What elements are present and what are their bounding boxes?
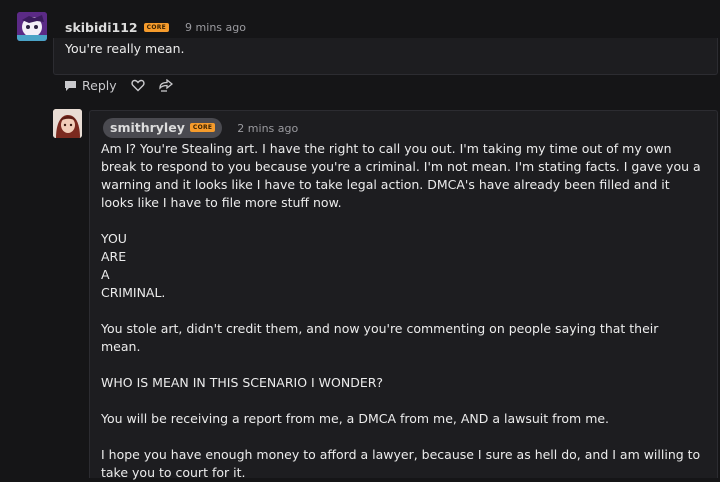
core-badge: CORE bbox=[189, 123, 216, 132]
comment-text: You're really mean. bbox=[65, 41, 185, 56]
reply-icon bbox=[65, 80, 76, 91]
reply-label: Reply bbox=[82, 78, 117, 93]
share-icon bbox=[158, 79, 173, 92]
username-pill[interactable]: smithryley CORE bbox=[103, 118, 223, 138]
comment-header: smithryley CORE 2 mins ago bbox=[103, 118, 298, 138]
username: smithryley bbox=[110, 120, 185, 135]
comment-actions: Reply bbox=[64, 78, 173, 93]
heart-icon bbox=[131, 79, 145, 92]
paragraph: A bbox=[101, 267, 110, 282]
paragraph: WHO IS MEAN IN THIS SCENARIO I WONDER? bbox=[101, 375, 384, 390]
reply-button[interactable]: Reply bbox=[64, 78, 117, 93]
username[interactable]: skibidi112 bbox=[65, 20, 138, 35]
timestamp: 9 mins ago bbox=[185, 21, 246, 34]
timestamp: 2 mins ago bbox=[237, 121, 299, 135]
comment-header: skibidi112 CORE 9 mins ago bbox=[65, 20, 246, 35]
like-button[interactable] bbox=[131, 79, 145, 92]
paragraph: CRIMINAL. bbox=[101, 285, 166, 300]
paragraph: You stole art, didn't credit them, and n… bbox=[101, 321, 659, 354]
comment-body: smithryley CORE 2 mins ago Am I? You're … bbox=[89, 110, 718, 480]
paragraph: ARE bbox=[101, 249, 127, 264]
comment-body: You're really mean. bbox=[53, 38, 718, 75]
paragraph: You will be receiving a report from me, … bbox=[101, 411, 610, 426]
avatar[interactable] bbox=[53, 109, 82, 138]
paragraph: Am I? You're Stealing art. I have the ri… bbox=[101, 141, 701, 210]
avatar[interactable] bbox=[17, 12, 47, 41]
comment-text: Am I? You're Stealing art. I have the ri… bbox=[101, 140, 701, 482]
paragraph: YOU bbox=[101, 231, 127, 246]
avatar-image bbox=[17, 12, 47, 41]
paragraph: I hope you have enough money to afford a… bbox=[101, 447, 701, 480]
avatar-image bbox=[53, 109, 82, 138]
core-badge: CORE bbox=[143, 23, 170, 32]
share-button[interactable] bbox=[158, 79, 173, 92]
